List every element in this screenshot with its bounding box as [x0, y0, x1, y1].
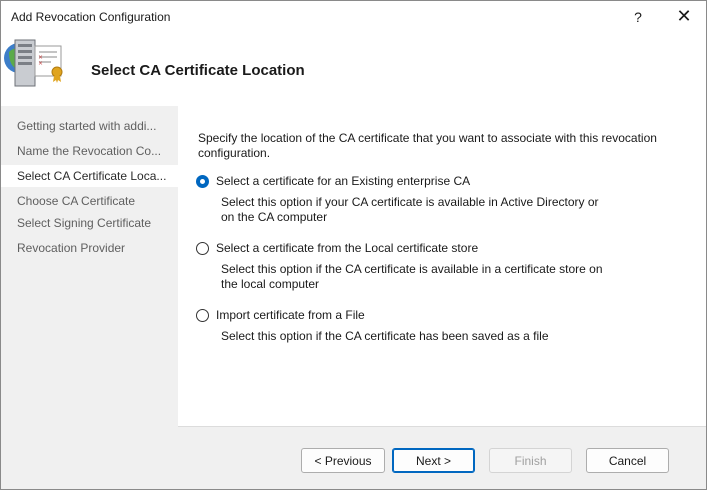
- option-label[interactable]: Import certificate from a File: [216, 308, 365, 322]
- button-bar: < Previous Next > Finish Cancel: [178, 426, 706, 489]
- close-button[interactable]: ✕: [663, 1, 705, 32]
- option-description: Select this option if the CA certificate…: [221, 262, 651, 292]
- option-label[interactable]: Select a certificate from the Local cert…: [216, 241, 478, 255]
- wizard-steps-nav: Getting started with addi... Name the Re…: [1, 106, 178, 489]
- server-certificate-icon: × ×: [4, 39, 63, 87]
- nav-item-select-ca-location[interactable]: Select CA Certificate Loca...: [1, 165, 178, 187]
- nav-item-name-revocation[interactable]: Name the Revocation Co...: [1, 140, 178, 162]
- option-description: Select this option if your CA certificat…: [221, 195, 651, 225]
- window-title: Add Revocation Configuration: [11, 10, 171, 24]
- radio-button[interactable]: [196, 241, 209, 255]
- finish-button: Finish: [489, 448, 572, 473]
- option-local-certificate-store[interactable]: Select a certificate from the Local cert…: [196, 240, 478, 256]
- option-description-line: Select this option if your CA certificat…: [221, 195, 599, 209]
- nav-item-select-signing-certificate[interactable]: Select Signing Certificate: [1, 212, 178, 234]
- title-bar: Add Revocation Configuration ? ✕: [1, 1, 706, 32]
- main-panel: Specify the location of the CA certifica…: [178, 106, 706, 426]
- option-description-line: on the CA computer: [221, 210, 328, 224]
- dialog-window: Add Revocation Configuration ? ✕ × × Sel…: [0, 0, 707, 490]
- instructions-text: Specify the location of the CA certifica…: [198, 131, 657, 160]
- nav-item-getting-started[interactable]: Getting started with addi...: [1, 115, 178, 137]
- option-description-line: Select this option if the CA certificate…: [221, 329, 549, 343]
- option-existing-enterprise-ca[interactable]: Select a certificate for an Existing ent…: [196, 173, 470, 189]
- help-button[interactable]: ?: [617, 1, 659, 32]
- radio-button-checked[interactable]: [196, 174, 209, 188]
- svg-text:×: ×: [38, 60, 43, 67]
- radio-button[interactable]: [196, 308, 209, 322]
- next-button[interactable]: Next >: [392, 448, 475, 473]
- page-header: × × Select CA Certificate Location: [1, 32, 706, 106]
- page-title: Select CA Certificate Location: [91, 62, 305, 79]
- option-description-line: Select this option if the CA certificate…: [221, 262, 603, 276]
- previous-button[interactable]: < Previous: [301, 448, 385, 473]
- cancel-button[interactable]: Cancel: [586, 448, 669, 473]
- option-description: Select this option if the CA certificate…: [221, 329, 651, 344]
- nav-item-choose-ca-certificate[interactable]: Choose CA Certificate: [1, 190, 178, 212]
- nav-item-revocation-provider[interactable]: Revocation Provider: [1, 237, 178, 259]
- option-label[interactable]: Select a certificate for an Existing ent…: [216, 174, 470, 188]
- option-import-from-file[interactable]: Import certificate from a File: [196, 307, 365, 323]
- option-description-line: the local computer: [221, 277, 320, 291]
